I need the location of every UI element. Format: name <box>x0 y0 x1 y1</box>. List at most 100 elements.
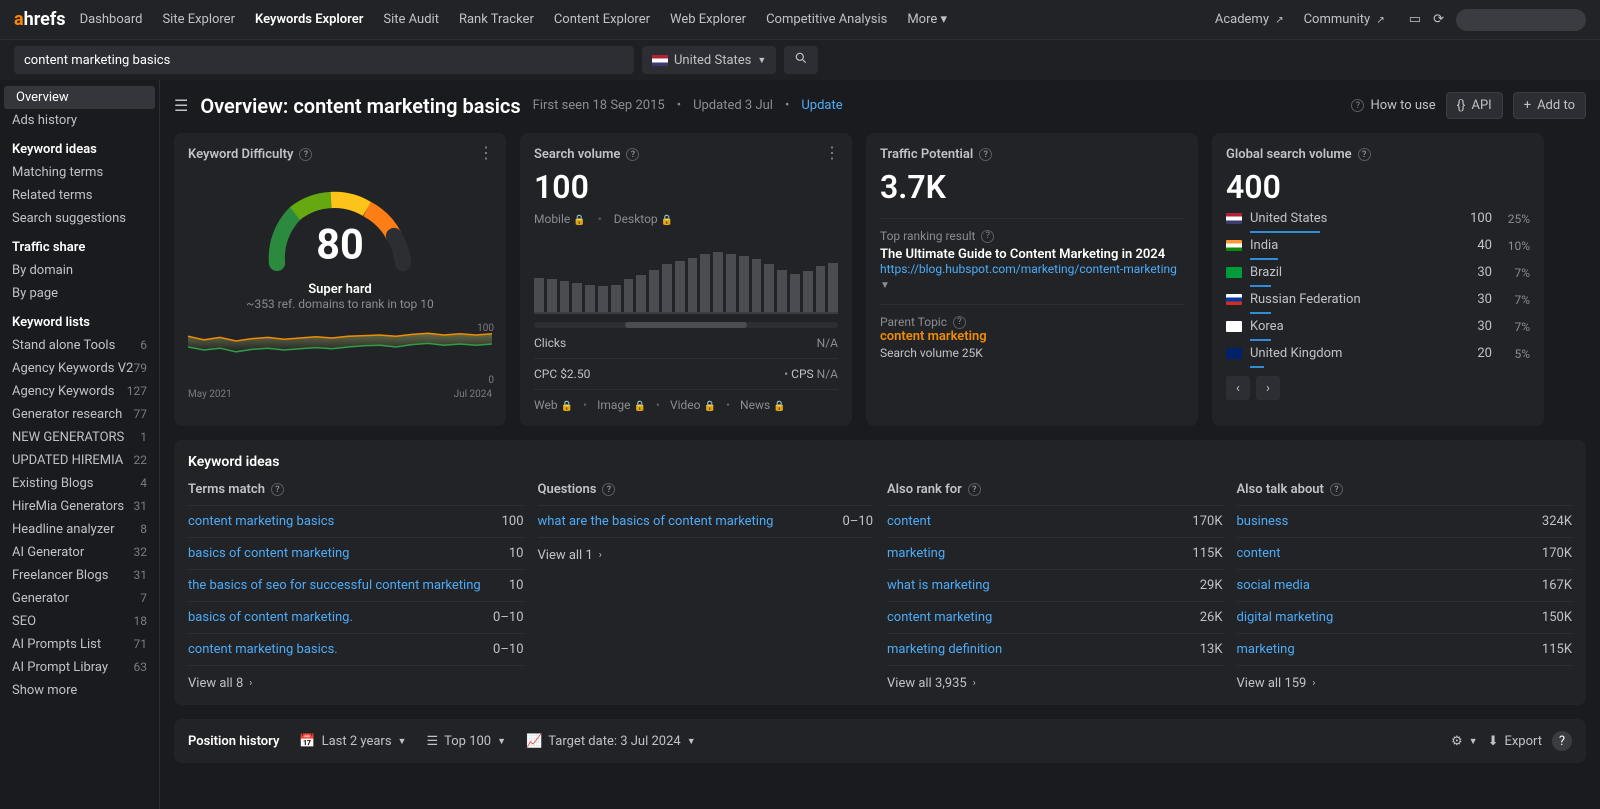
nav-link-web-explorer[interactable]: Web Explorer <box>670 12 746 27</box>
tp-top-title[interactable]: The Ultimate Guide to Content Marketing … <box>880 247 1184 262</box>
nav-link-site-audit[interactable]: Site Audit <box>383 12 439 27</box>
sidebar-item[interactable]: AI Generator32 <box>0 541 159 564</box>
ph-export[interactable]: ⬇Export <box>1488 734 1542 749</box>
ki-keyword-link[interactable]: what is marketing <box>887 578 990 593</box>
nav-link-dashboard[interactable]: Dashboard <box>80 12 143 27</box>
sv-scrollbar[interactable] <box>534 322 838 328</box>
card-menu-icon[interactable]: ⋮ <box>478 143 494 162</box>
sidebar-item[interactable]: Show more <box>0 679 159 702</box>
view-all-link[interactable]: View all 1 › <box>538 538 874 563</box>
gv-next-button[interactable]: › <box>1256 376 1280 400</box>
nav-link-keywords-explorer[interactable]: Keywords Explorer <box>255 12 363 27</box>
api-button[interactable]: {}API <box>1446 92 1503 119</box>
ki-keyword-link[interactable]: business <box>1237 514 1289 529</box>
gv-row[interactable]: India4010% <box>1226 233 1530 260</box>
help-icon[interactable]: ? <box>299 148 312 161</box>
ki-keyword-link[interactable]: marketing <box>1237 642 1295 657</box>
gv-row[interactable]: United States10025% <box>1226 206 1530 233</box>
account-pill[interactable] <box>1456 9 1586 31</box>
sidebar-item[interactable]: Related terms <box>0 184 159 207</box>
update-link[interactable]: Update <box>801 98 842 113</box>
ph-period[interactable]: 📅Last 2 years ▼ <box>299 734 406 749</box>
help-icon[interactable]: ? <box>602 483 615 496</box>
device-icon[interactable]: ▭ <box>1409 12 1421 27</box>
sidebar-item[interactable]: Search suggestions <box>0 207 159 230</box>
ki-keyword-link[interactable]: digital marketing <box>1237 610 1334 625</box>
chevron-down-icon[interactable]: ▼ <box>880 280 890 291</box>
help-icon[interactable]: ? <box>626 148 639 161</box>
view-all-link[interactable]: View all 3,935 › <box>887 666 1223 691</box>
nav-link-more[interactable]: More ▾ <box>907 12 947 27</box>
sidebar-item[interactable]: UPDATED HIREMIA22 <box>0 449 159 472</box>
country-selector[interactable]: United States ▼ <box>642 46 776 74</box>
ph-top[interactable]: ☰Top 100 ▼ <box>426 734 506 749</box>
sidebar-item[interactable]: Existing Blogs4 <box>0 472 159 495</box>
ph-settings[interactable]: ⚙▼ <box>1451 734 1478 749</box>
ki-keyword-link[interactable]: content marketing basics. <box>188 642 338 657</box>
nav-link-competitive-analysis[interactable]: Competitive Analysis <box>766 12 887 27</box>
sidebar-item[interactable]: AI Prompts List71 <box>0 633 159 656</box>
sidebar-item[interactable]: NEW GENERATORS1 <box>0 426 159 449</box>
add-to-button[interactable]: +Add to <box>1513 92 1586 119</box>
sidebar-item[interactable]: Agency Keywords127 <box>0 380 159 403</box>
help-icon[interactable]: ? <box>1358 148 1371 161</box>
sidebar-item[interactable]: Agency Keywords V279 <box>0 357 159 380</box>
sidebar-item[interactable]: Matching terms <box>0 161 159 184</box>
sidebar-item[interactable]: Headline analyzer8 <box>0 518 159 541</box>
sidebar-item[interactable]: Stand alone Tools6 <box>0 334 159 357</box>
gv-row[interactable]: Russian Federation307% <box>1226 287 1530 314</box>
help-icon[interactable]: ? <box>979 148 992 161</box>
help-icon[interactable]: ? <box>968 483 981 496</box>
gv-row[interactable]: Korea307% <box>1226 314 1530 341</box>
ki-keyword-link[interactable]: the basics of seo for successful content… <box>188 578 481 593</box>
help-icon[interactable]: ? <box>953 316 966 329</box>
ki-keyword-link[interactable]: social media <box>1237 578 1310 593</box>
gv-prev-button[interactable]: ‹ <box>1226 376 1250 400</box>
sidebar-item[interactable]: By domain <box>0 259 159 282</box>
sidebar-item[interactable]: HireMia Generators31 <box>0 495 159 518</box>
nav-link-academy[interactable]: Academy ↗ <box>1215 12 1284 27</box>
ki-keyword-link[interactable]: content marketing basics <box>188 514 334 529</box>
nav-link-content-explorer[interactable]: Content Explorer <box>554 12 650 27</box>
sidebar-item[interactable]: Freelancer Blogs31 <box>0 564 159 587</box>
sidebar-item[interactable]: SEO18 <box>0 610 159 633</box>
sidebar-item-ads-history[interactable]: Ads history <box>0 109 159 132</box>
keyword-search-input[interactable] <box>14 46 634 74</box>
refresh-icon[interactable]: ⟳ <box>1433 12 1444 27</box>
sidebar-item[interactable]: AI Prompt Libray63 <box>0 656 159 679</box>
sv-tab-web[interactable]: Web 🔒 <box>534 398 573 412</box>
sv-mobile[interactable]: Mobile 🔒 <box>534 212 586 226</box>
gv-row[interactable]: Brazil307% <box>1226 260 1530 287</box>
ki-keyword-link[interactable]: content <box>1237 546 1281 561</box>
ki-keyword-link[interactable]: marketing <box>887 546 945 561</box>
nav-link-site-explorer[interactable]: Site Explorer <box>162 12 235 27</box>
ki-keyword-link[interactable]: basics of content marketing. <box>188 610 353 625</box>
help-icon[interactable]: ? <box>981 230 994 243</box>
ki-keyword-link[interactable]: what are the basics of content marketing <box>538 514 774 529</box>
ki-keyword-link[interactable]: basics of content marketing <box>188 546 349 561</box>
view-all-link[interactable]: View all 8 › <box>188 666 524 691</box>
nav-link-community[interactable]: Community ↗ <box>1304 12 1385 27</box>
parent-topic-link[interactable]: content marketing <box>880 329 987 344</box>
ki-keyword-link[interactable]: content <box>887 514 931 529</box>
help-fab-icon[interactable]: ? <box>1552 731 1572 751</box>
logo[interactable]: ahrefs <box>14 9 66 30</box>
sidebar-item[interactable]: Generator research77 <box>0 403 159 426</box>
how-to-use-link[interactable]: ?How to use <box>1351 98 1435 113</box>
sv-tab-news[interactable]: News 🔒 <box>740 398 786 412</box>
help-icon[interactable]: ? <box>271 483 284 496</box>
ki-keyword-link[interactable]: content marketing <box>887 610 992 625</box>
gv-row[interactable]: United Kingdom205% <box>1226 341 1530 368</box>
help-icon[interactable]: ? <box>1330 483 1343 496</box>
sv-desktop[interactable]: Desktop 🔒 <box>614 212 673 226</box>
sidebar-item[interactable]: By page <box>0 282 159 305</box>
sv-tab-image[interactable]: Image 🔒 <box>597 398 646 412</box>
card-menu-icon[interactable]: ⋮ <box>824 143 840 162</box>
view-all-link[interactable]: View all 159 › <box>1237 666 1573 691</box>
sv-tab-video[interactable]: Video 🔒 <box>670 398 716 412</box>
ki-keyword-link[interactable]: marketing definition <box>887 642 1002 657</box>
ph-target[interactable]: 📈Target date: 3 Jul 2024 ▼ <box>526 734 696 749</box>
sidebar-item[interactable]: Generator7 <box>0 587 159 610</box>
search-button[interactable] <box>784 46 818 74</box>
tp-top-url[interactable]: https://blog.hubspot.com/marketing/conte… <box>880 262 1177 276</box>
